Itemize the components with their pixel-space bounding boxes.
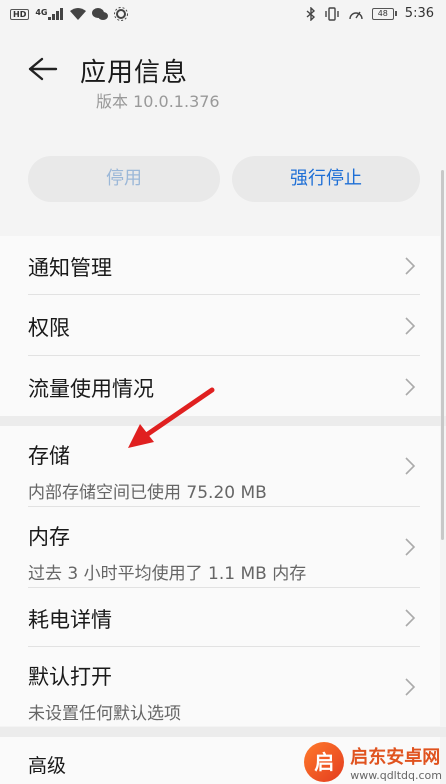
status-left-icons: HD 4G [10,7,129,21]
scrollbar[interactable] [441,170,444,540]
page-title: 应用信息 [80,58,189,88]
watermark-logo-icon: 启 [304,742,345,782]
status-right-icons: 48 5:36 [306,6,434,21]
chevron-right-icon [405,457,416,475]
app-bar: 应用信息 [0,32,446,102]
chevron-right-icon [405,317,416,335]
section-gap [0,416,446,426]
clock: 5:36 [404,6,434,21]
watermark: 启 启东安卓网 www.qdltdq.com [304,742,442,782]
watermark-url: www.qdltdq.com [350,768,442,782]
row-title: 默认打开 [28,665,112,689]
row-title: 流量使用情况 [28,377,154,401]
row-title: 通知管理 [28,256,112,280]
force-stop-button[interactable]: 强行停止 [232,156,420,202]
disable-button[interactable]: 停用 [28,156,220,202]
row-subtitle: 未设置任何默认选项 [28,704,181,724]
4g-signal-icon: 4G [35,8,64,20]
row-subtitle: 过去 3 小时平均使用了 1.1 MB 内存 [28,564,307,584]
row-title: 存储 [28,444,70,468]
battery-icon: 48 [371,7,397,20]
chevron-right-icon [405,609,416,627]
battery-details-row[interactable]: 耗电详情 [28,588,420,646]
chevron-right-icon [405,378,416,396]
vibrate-icon [325,6,339,21]
status-bar: HD 4G 48 5:36 [0,0,446,32]
row-title: 权限 [28,316,70,340]
speed-icon [349,11,363,19]
chevron-right-icon [405,257,416,275]
data-usage-row[interactable]: 流量使用情况 [28,356,420,416]
chevron-right-icon [405,538,416,556]
row-title: 耗电详情 [28,608,112,632]
annotation-arrow-icon [128,387,215,448]
chevron-right-icon [405,678,416,696]
settings-icon [114,7,129,21]
default-open-row[interactable]: 默认打开 未设置任何默认选项 [28,647,420,727]
section-gap [0,727,446,737]
hd-icon: HD [10,8,30,20]
memory-row[interactable]: 内存 过去 3 小时平均使用了 1.1 MB 内存 [28,507,420,587]
app-version: 版本 10.0.1.376 [96,92,220,111]
storage-row[interactable]: 存储 内部存储空间已使用 75.20 MB [28,426,420,506]
row-subtitle: 内部存储空间已使用 75.20 MB [28,483,267,503]
wechat-icon [92,8,109,20]
bluetooth-icon [306,6,315,21]
watermark-name: 启东安卓网 [350,746,441,768]
notification-management-row[interactable]: 通知管理 [28,236,420,294]
permissions-row[interactable]: 权限 [28,295,420,355]
wifi-icon [70,7,87,20]
back-arrow-icon[interactable] [24,54,60,84]
row-title: 内存 [28,525,70,549]
watermark-text: 启东安卓网 www.qdltdq.com [350,743,442,782]
